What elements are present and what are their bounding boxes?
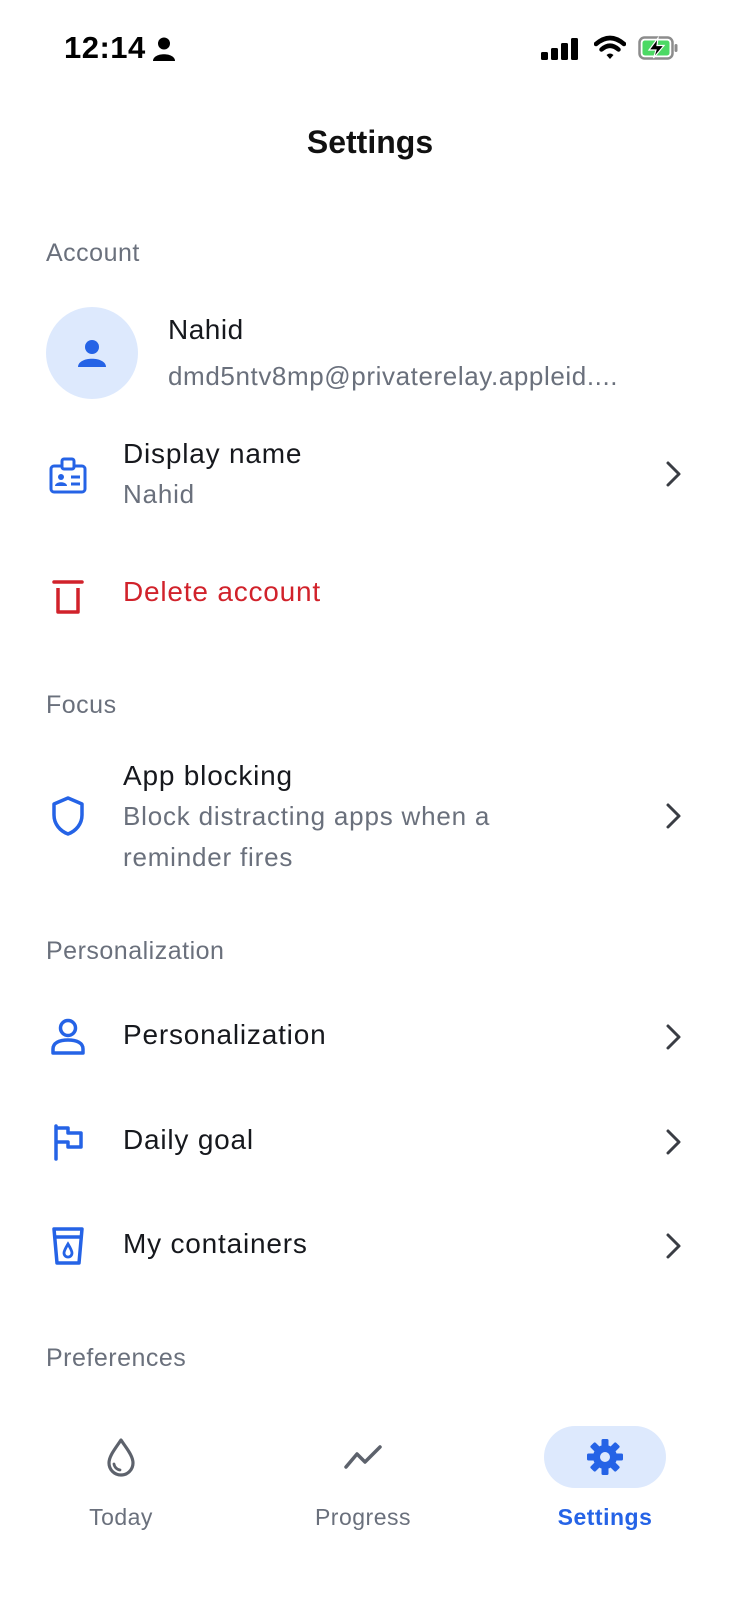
avatar <box>46 307 138 399</box>
delete-account-label: Delete account <box>123 576 321 607</box>
section-label-preferences: Preferences <box>46 1344 187 1372</box>
personalization-label: Personalization <box>123 1019 327 1050</box>
display-name-title: Display name <box>123 438 303 469</box>
chevron-right-icon <box>666 461 681 487</box>
personalization-row[interactable]: Personalization <box>0 1005 740 1069</box>
water-cup-icon <box>46 1224 90 1268</box>
battery-charging-icon <box>638 35 678 65</box>
shield-icon <box>46 794 90 838</box>
daily-goal-row[interactable]: Daily goal <box>0 1110 740 1174</box>
cellular-signal-icon <box>541 38 579 65</box>
app-blocking-title: App blocking <box>123 760 293 791</box>
section-label-account: Account <box>46 239 140 267</box>
chevron-right-icon <box>666 1129 681 1155</box>
trash-icon <box>46 574 90 618</box>
tab-progress-label: Progress <box>314 1504 412 1530</box>
user-avatar-icon <box>78 340 106 367</box>
person-status-icon <box>153 37 175 66</box>
app-blocking-description-line2: reminder fires <box>123 842 294 872</box>
bottom-navigation: Today Progress Settings <box>0 1410 740 1600</box>
delete-account-row[interactable]: Delete account <box>0 566 740 626</box>
chevron-right-icon <box>666 1024 681 1050</box>
section-label-focus: Focus <box>46 691 117 719</box>
display-name-row[interactable]: Display name Nahid <box>0 430 740 520</box>
gear-icon <box>544 1426 666 1488</box>
wifi-icon <box>593 35 627 66</box>
trend-line-icon <box>333 1426 393 1488</box>
page-title: Settings <box>306 124 434 160</box>
display-name-value: Nahid <box>123 479 195 509</box>
chevron-right-icon <box>666 803 681 829</box>
my-containers-label: My containers <box>123 1228 308 1259</box>
tab-settings-label: Settings <box>557 1504 653 1530</box>
flag-icon <box>46 1120 90 1164</box>
account-name: Nahid <box>168 314 244 345</box>
id-badge-icon <box>46 454 90 498</box>
account-email: dmd5ntv8mp@privaterelay.appleid.... <box>168 361 619 391</box>
section-label-personalization: Personalization <box>46 937 225 965</box>
water-drop-icon <box>91 1426 151 1488</box>
app-blocking-row[interactable]: App blocking Block distracting apps when… <box>0 752 740 882</box>
person-outline-icon <box>46 1015 90 1059</box>
app-blocking-description-line1: Block distracting apps when a <box>123 801 491 831</box>
daily-goal-label: Daily goal <box>123 1124 254 1155</box>
my-containers-row[interactable]: My containers <box>0 1214 740 1278</box>
chevron-right-icon <box>666 1233 681 1259</box>
tab-today-label: Today <box>89 1504 153 1530</box>
status-time: 12:14 <box>64 30 146 65</box>
